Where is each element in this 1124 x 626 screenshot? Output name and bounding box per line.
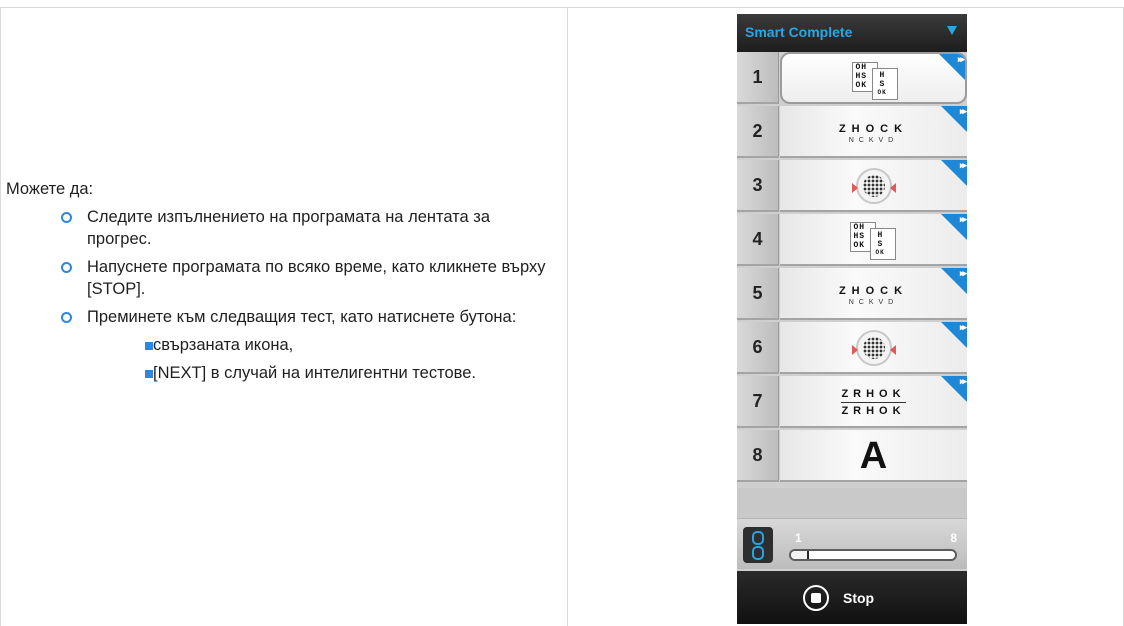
- test-tile[interactable]: OH HS OK H S OK ▸▸: [780, 214, 967, 266]
- fast-forward-icon: ▸▸: [959, 106, 967, 116]
- test-row-7[interactable]: 7 ZRHOK ZRHOK ▸▸: [737, 376, 967, 430]
- test-tile[interactable]: ▸▸: [780, 322, 967, 374]
- fast-forward-icon: ▸▸: [957, 54, 965, 64]
- chain-link-icon[interactable]: [743, 527, 773, 563]
- sublist-item: свързаната икона,: [87, 334, 556, 356]
- sublist-item: [NEXT] в случай на интелигентни тестове.: [87, 362, 556, 384]
- test-number: 8: [737, 430, 779, 482]
- split-row-top: ZRHOK: [841, 388, 906, 403]
- progress-fill: [791, 551, 810, 559]
- eye-chart-icon: OH HS OK H S OK: [848, 60, 904, 100]
- test-number: 5: [737, 268, 779, 320]
- test-row-6[interactable]: 6 ▸▸: [737, 322, 967, 376]
- test-number: 3: [737, 160, 779, 212]
- instructions-list: Следите изпълнението на програмата на ле…: [6, 206, 556, 384]
- test-row-4[interactable]: 4 OH HS OK H S OK ▸▸: [737, 214, 967, 268]
- big-letter-icon: A: [859, 435, 888, 477]
- test-number: 1: [737, 52, 779, 104]
- chart-glyph: OK: [855, 81, 868, 90]
- test-number: 4: [737, 214, 779, 266]
- test-program-panel: Smart Complete 1 OH HS OK H S OK ▸▸ 2 ZH…: [737, 14, 967, 624]
- acuity-row-small: NCKVD: [848, 298, 899, 306]
- progress-start-label: 1: [795, 531, 802, 545]
- chart-glyph: S: [877, 240, 884, 249]
- acuity-row-small: NCKVD: [848, 136, 899, 144]
- eye-chart-icon: OH HS OK H S OK: [846, 220, 902, 260]
- frame-top-border: [0, 7, 1124, 8]
- frame-column-divider: [567, 7, 568, 626]
- test-tile[interactable]: ZHOCK NCKVD ▸▸: [780, 106, 967, 158]
- chart-glyph: OK: [875, 249, 885, 256]
- test-tile[interactable]: ▸▸: [780, 160, 967, 212]
- chart-glyph: OH: [855, 63, 868, 72]
- test-tile[interactable]: ZHOCK NCKVD ▸▸: [780, 268, 967, 320]
- list-item: Следите изпълнението на програмата на ле…: [6, 206, 556, 250]
- fast-forward-icon: ▸▸: [959, 268, 967, 278]
- instructions-intro: Можете да:: [6, 180, 94, 198]
- fast-forward-icon: ▸▸: [959, 160, 967, 170]
- test-number: 2: [737, 106, 779, 158]
- progress-end-label: 8: [950, 531, 957, 545]
- test-tile-active[interactable]: OH HS OK H S OK ▸▸: [780, 52, 967, 104]
- chart-glyph: OK: [877, 89, 887, 96]
- chart-glyph: HS: [855, 72, 868, 81]
- test-row-5[interactable]: 5 ZHOCK NCKVD ▸▸: [737, 268, 967, 322]
- test-row-2[interactable]: 2 ZHOCK NCKVD ▸▸: [737, 106, 967, 160]
- stop-button[interactable]: Stop: [803, 583, 874, 613]
- split-row-bottom: ZRHOK: [841, 404, 906, 417]
- chart-glyph: HS: [853, 232, 866, 241]
- list-item-text: Преминете към следващия тест, като натис…: [87, 308, 517, 326]
- chevron-down-icon[interactable]: [947, 26, 957, 35]
- progress-bar-area: 1 8: [737, 519, 967, 569]
- chart-glyph: OH: [853, 223, 866, 232]
- chart-glyph: H: [877, 231, 884, 240]
- list-item: Напуснете програмата по всяко време, кат…: [6, 256, 556, 300]
- dot-target-icon: [851, 168, 896, 204]
- list-item: Преминете към следващия тест, като натис…: [6, 306, 556, 384]
- test-tile[interactable]: ZRHOK ZRHOK ▸▸: [780, 376, 967, 428]
- fast-forward-icon: ▸▸: [959, 214, 967, 224]
- chart-glyph: S: [879, 80, 886, 89]
- chart-glyph: OK: [853, 241, 866, 250]
- test-number: 7: [737, 376, 779, 428]
- frame-left-border: [0, 7, 1, 626]
- instructions-sublist: свързаната икона, [NEXT] в случай на инт…: [87, 334, 556, 384]
- chart-glyph: H: [879, 71, 886, 80]
- stop-bar: Stop: [737, 571, 967, 624]
- program-dropdown[interactable]: Smart Complete: [737, 14, 967, 52]
- program-dropdown-label: Smart Complete: [745, 24, 853, 40]
- acuity-letters-icon: ZHOCK NCKVD: [839, 121, 908, 144]
- stop-label: Stop: [843, 590, 875, 606]
- test-number: 6: [737, 322, 779, 374]
- fast-forward-icon: ▸▸: [959, 322, 967, 332]
- instructions-text: Можете да: Следите изпълнението на прогр…: [6, 178, 556, 390]
- fast-forward-icon: ▸▸: [959, 376, 967, 386]
- empty-row: [737, 488, 967, 519]
- test-tile[interactable]: A: [780, 430, 967, 482]
- test-row-8[interactable]: 8 A: [737, 430, 967, 484]
- dot-target-icon: [851, 330, 896, 366]
- stop-icon: [803, 585, 829, 611]
- acuity-row-large: ZHOCK: [838, 122, 909, 135]
- acuity-row-large: ZHOCK: [838, 284, 909, 297]
- test-row-3[interactable]: 3 ▸▸: [737, 160, 967, 214]
- acuity-letters-icon: ZHOCK NCKVD: [839, 283, 908, 306]
- progress-track: [789, 549, 957, 561]
- split-letters-icon: ZRHOK ZRHOK: [841, 388, 906, 417]
- test-row-1[interactable]: 1 OH HS OK H S OK ▸▸: [737, 52, 967, 106]
